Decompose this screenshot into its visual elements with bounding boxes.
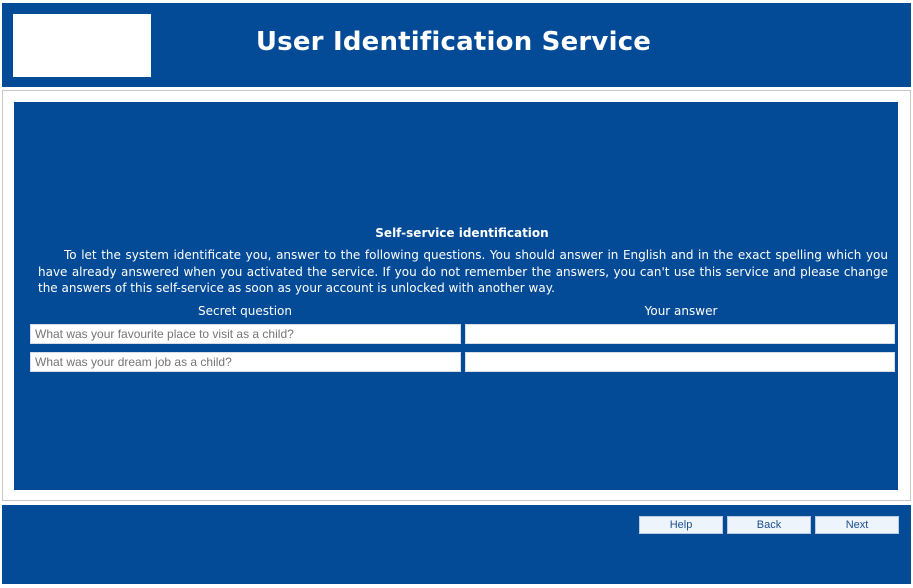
identification-panel: Self-service identification To let the s… — [14, 102, 898, 490]
answer-2-input[interactable] — [465, 352, 895, 372]
secret-question-2-field[interactable] — [30, 352, 461, 372]
help-button[interactable]: Help — [639, 516, 723, 534]
instructions-text: To let the system identificate you, answ… — [38, 248, 888, 295]
page-title: User Identification Service — [255, 27, 652, 57]
section-title: Self-service identification — [375, 226, 549, 240]
secret-question-header: Secret question — [197, 304, 292, 318]
answer-1-input[interactable] — [465, 324, 895, 344]
next-button[interactable]: Next — [815, 516, 899, 534]
header-bar: User Identification Service — [2, 3, 911, 87]
secret-question-1-field[interactable] — [30, 324, 461, 344]
app-window: User Identification Service Self-service… — [0, 0, 913, 588]
footer-bar: Help Back Next — [2, 505, 911, 584]
your-answer-header: Your answer — [644, 304, 718, 318]
back-button[interactable]: Back — [727, 516, 811, 534]
